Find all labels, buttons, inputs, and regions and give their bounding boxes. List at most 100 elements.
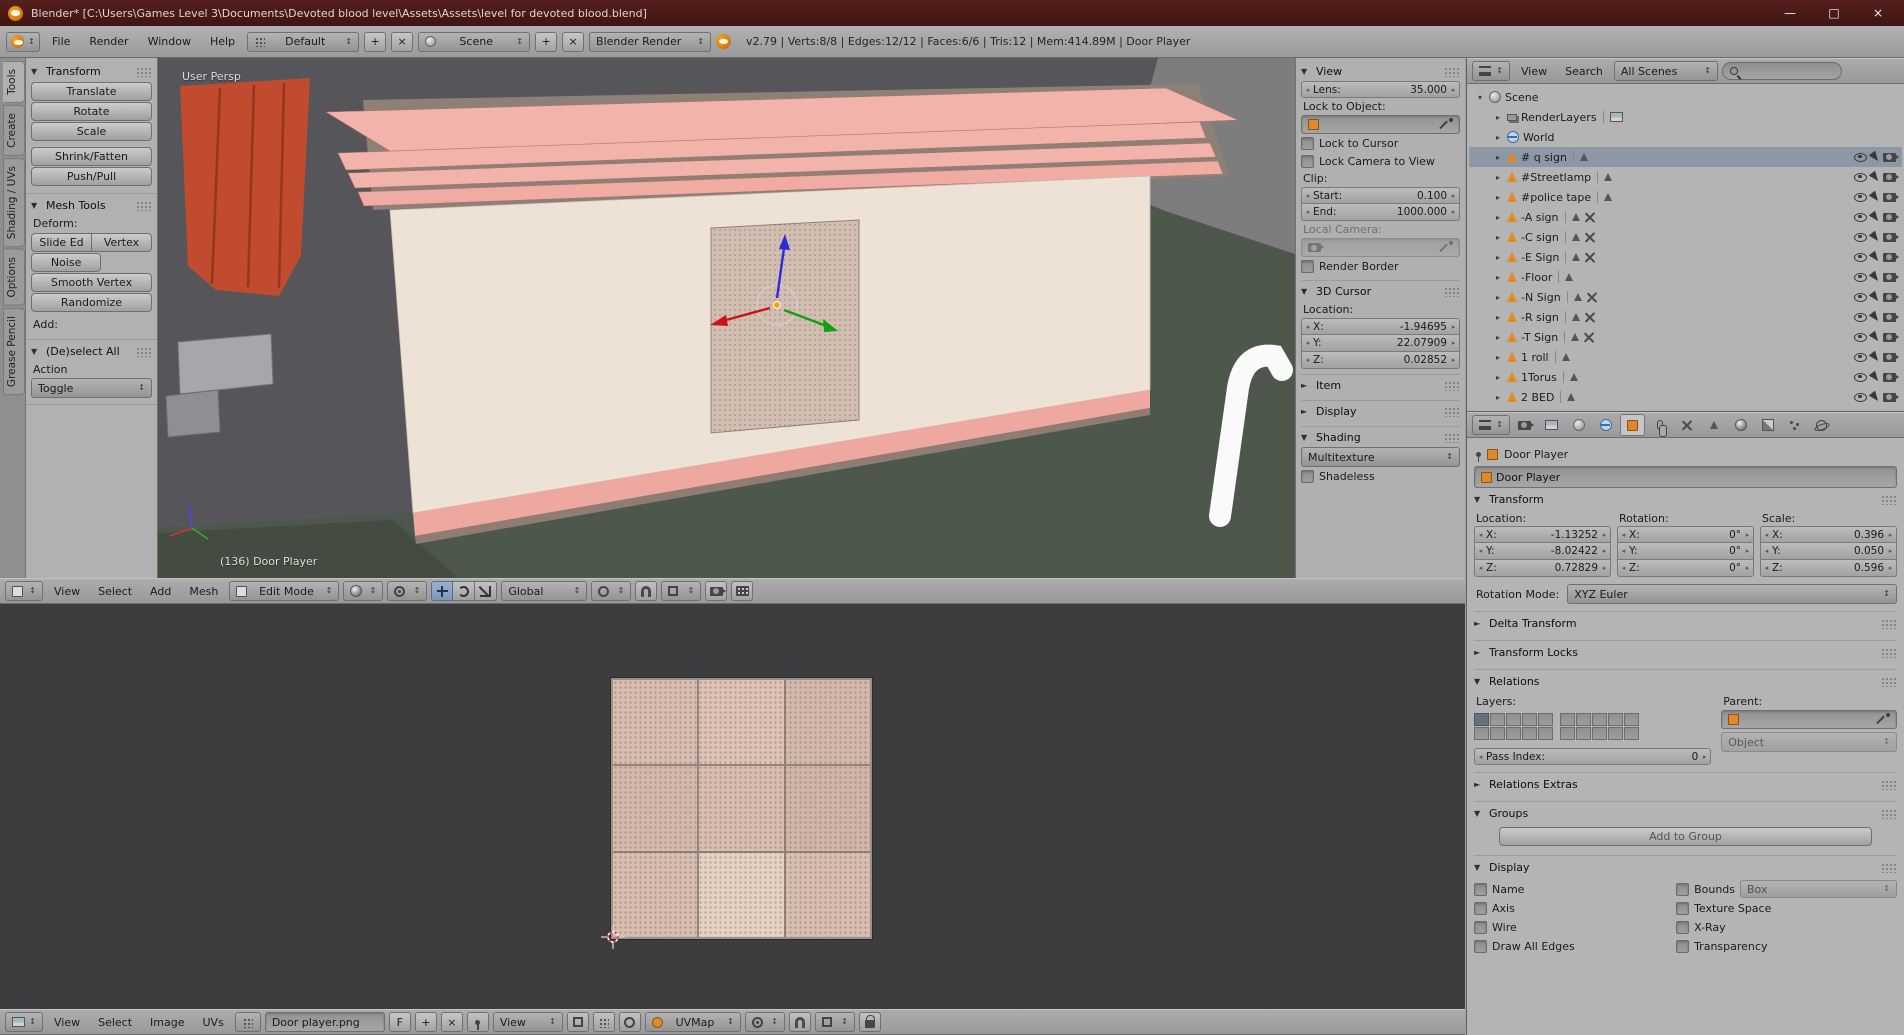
layer-toggle[interactable] xyxy=(1608,727,1623,740)
view-panel-header[interactable]: ▼ View xyxy=(1301,62,1460,81)
layer-toggle[interactable] xyxy=(1592,713,1607,726)
uv-2d-cursor[interactable] xyxy=(601,925,625,949)
layer-toggle[interactable] xyxy=(1538,713,1553,726)
deselect-all-panel-header[interactable]: ▼ (De)select All xyxy=(31,342,152,361)
display-texture-space-checkbox[interactable]: Texture Space xyxy=(1676,899,1897,917)
minimize-button[interactable]: — xyxy=(1772,2,1808,24)
visibility-eye-icon[interactable] xyxy=(1854,233,1867,242)
outliner-search-input[interactable] xyxy=(1722,62,1842,80)
draw-channels-dropdown[interactable]: View ↕ xyxy=(493,1012,563,1032)
visibility-eye-icon[interactable] xyxy=(1854,393,1867,402)
uv-map-selector[interactable]: UVMap ↕ xyxy=(645,1012,741,1032)
rotation-x-field[interactable]: ◂ X: 0° ▸ xyxy=(1617,526,1754,543)
menu-add[interactable]: Add xyxy=(143,582,178,601)
unlink-image-button[interactable]: × xyxy=(441,1012,463,1032)
increase-arrow-icon[interactable]: ▸ xyxy=(1887,531,1894,539)
outliner-row-object[interactable]: ▸ # q sign xyxy=(1469,147,1902,167)
increase-arrow-icon[interactable]: ▸ xyxy=(1887,547,1894,555)
display-transparency-checkbox[interactable]: Transparency xyxy=(1676,937,1897,955)
outliner-row-object[interactable]: ▸ -A sign xyxy=(1469,207,1902,227)
increase-arrow-icon[interactable]: ▸ xyxy=(1450,339,1457,347)
snap-element-dropdown[interactable]: ↕ xyxy=(661,581,701,601)
pixel-snap-button[interactable] xyxy=(593,1012,615,1032)
decrease-arrow-icon[interactable]: ◂ xyxy=(1477,531,1484,539)
panel-drag-handle-icon[interactable] xyxy=(1881,677,1897,687)
tab-particles[interactable] xyxy=(1782,414,1807,436)
tab-material[interactable] xyxy=(1728,414,1753,436)
outliner-editor-type-button[interactable]: ↕ xyxy=(1472,61,1510,81)
increase-arrow-icon[interactable]: ▸ xyxy=(1744,547,1751,555)
menu-select[interactable]: Select xyxy=(91,1013,139,1032)
increase-arrow-icon[interactable]: ▸ xyxy=(1701,753,1708,761)
decrease-arrow-icon[interactable]: ◂ xyxy=(1304,192,1311,200)
fake-user-button[interactable]: F xyxy=(389,1012,411,1032)
tab-create[interactable]: Create xyxy=(3,105,25,156)
parent-type-dropdown[interactable]: Object ↕ xyxy=(1721,732,1897,752)
tab-world[interactable] xyxy=(1593,414,1618,436)
outliner-row-object[interactable]: ▸ -T Sign xyxy=(1469,327,1902,347)
layer-toggle[interactable] xyxy=(1560,727,1575,740)
menu-file[interactable]: File xyxy=(45,32,77,51)
selectability-cursor-icon[interactable] xyxy=(1869,211,1881,224)
tab-object-data[interactable] xyxy=(1701,414,1726,436)
menu-view[interactable]: View xyxy=(47,582,87,601)
decrease-arrow-icon[interactable]: ◂ xyxy=(1763,531,1770,539)
outliner-row-object[interactable]: ▸ 2 BED xyxy=(1469,387,1902,407)
3d-viewport[interactable]: User Persp (136) Door Player xyxy=(158,58,1295,578)
renderability-camera-icon[interactable] xyxy=(1883,253,1896,262)
scale-button[interactable]: Scale xyxy=(31,122,152,141)
selectability-cursor-icon[interactable] xyxy=(1869,371,1881,384)
display-wire-checkbox[interactable]: Wire xyxy=(1474,918,1666,936)
close-button[interactable]: × xyxy=(1860,2,1896,24)
decrease-arrow-icon[interactable]: ◂ xyxy=(1304,86,1311,94)
panel-drag-handle-icon[interactable] xyxy=(136,67,152,77)
outliner-row-object[interactable]: ▸ -N Sign xyxy=(1469,287,1902,307)
decrease-arrow-icon[interactable]: ◂ xyxy=(1620,531,1627,539)
add-layout-button[interactable]: + xyxy=(364,32,386,52)
rotate-manipulator-button[interactable] xyxy=(453,581,475,601)
decrease-arrow-icon[interactable]: ◂ xyxy=(1763,564,1770,572)
increase-arrow-icon[interactable]: ▸ xyxy=(1450,208,1457,216)
layer-toggle[interactable] xyxy=(1522,727,1537,740)
panel-drag-handle-icon[interactable] xyxy=(1881,619,1897,629)
menu-uvs[interactable]: UVs xyxy=(196,1013,231,1032)
proportional-edit-dropdown[interactable]: ↕ xyxy=(591,581,631,601)
location-x-field[interactable]: ◂ X: -1.13252 ▸ xyxy=(1474,526,1611,543)
increase-arrow-icon[interactable]: ▸ xyxy=(1601,531,1608,539)
increase-arrow-icon[interactable]: ▸ xyxy=(1887,564,1894,572)
location-z-field[interactable]: ◂ Z: 0.72829 ▸ xyxy=(1474,560,1611,577)
pin-context-icon[interactable] xyxy=(1476,452,1481,457)
expand-icon[interactable]: ▸ xyxy=(1493,213,1503,222)
display-header[interactable]: ▼ Display xyxy=(1474,858,1897,877)
transform-locks-header[interactable]: ► Transform Locks xyxy=(1474,643,1897,662)
renderability-camera-icon[interactable] xyxy=(1883,293,1896,302)
add-scene-button[interactable]: + xyxy=(535,32,557,52)
rotation-z-field[interactable]: ◂ Z: 0° ▸ xyxy=(1617,560,1754,577)
decrease-arrow-icon[interactable]: ◂ xyxy=(1304,339,1311,347)
renderability-camera-icon[interactable] xyxy=(1883,333,1896,342)
renderability-camera-icon[interactable] xyxy=(1883,213,1896,222)
increase-arrow-icon[interactable]: ▸ xyxy=(1450,323,1457,331)
panel-drag-handle-icon[interactable] xyxy=(136,201,152,211)
transform-orientation-dropdown[interactable]: Global ↕ xyxy=(501,581,587,601)
layer-toggle[interactable] xyxy=(1474,713,1489,726)
render-engine-dropdown[interactable]: Blender Render ↕ xyxy=(589,32,711,52)
image-name-field[interactable]: Door player.png xyxy=(265,1012,385,1032)
panel-drag-handle-icon[interactable] xyxy=(1444,381,1460,391)
scale-z-field[interactable]: ◂ Z: 0.596 ▸ xyxy=(1760,560,1897,577)
increase-arrow-icon[interactable]: ▸ xyxy=(1601,547,1608,555)
panel-drag-handle-icon[interactable] xyxy=(136,347,152,357)
increase-arrow-icon[interactable]: ▸ xyxy=(1450,356,1457,364)
visibility-eye-icon[interactable] xyxy=(1854,293,1867,302)
outliner-scope-dropdown[interactable]: All Scenes ↕ xyxy=(1614,61,1718,81)
gray-box-small-object[interactable] xyxy=(166,390,220,437)
expand-icon[interactable]: ▸ xyxy=(1493,153,1503,162)
selectability-cursor-icon[interactable] xyxy=(1869,151,1881,164)
snap-toggle-button[interactable] xyxy=(635,581,657,601)
display-name-checkbox[interactable]: Name xyxy=(1474,880,1666,898)
tab-scene[interactable] xyxy=(1566,414,1591,436)
visibility-eye-icon[interactable] xyxy=(1854,313,1867,322)
parent-object-field[interactable] xyxy=(1721,710,1897,729)
tab-physics[interactable] xyxy=(1809,414,1834,436)
shadeless-checkbox[interactable]: Shadeless xyxy=(1301,467,1460,485)
